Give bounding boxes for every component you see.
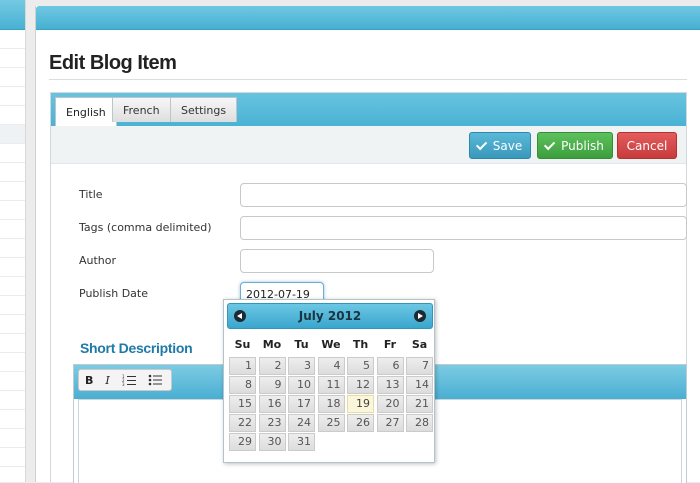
svg-text:3: 3 [122,382,125,386]
datepicker-popup: July 2012 Su Mo Tu We Th Fr Sa 1 2 3 4 5 6 7 8 9 10 11 12 1… [223,299,435,463]
calendar-day[interactable]: 7 [406,357,433,375]
calendar-day[interactable]: 26 [347,414,374,432]
sidebar-row[interactable] [0,258,25,277]
tab-settings[interactable]: Settings [170,97,238,122]
datepicker-header: July 2012 [227,303,433,329]
bold-button[interactable]: B [85,374,93,387]
left-sidebar [0,0,26,482]
sidebar-row[interactable] [0,201,25,220]
sidebar-row[interactable] [0,49,25,68]
italic-button[interactable]: I [105,374,109,387]
publish-date-label: Publish Date [79,287,148,300]
weekday-header: We [321,338,341,351]
publish-button[interactable]: Publish [537,132,613,159]
sidebar-row[interactable] [0,410,25,429]
sidebar-row-active[interactable] [0,125,25,144]
calendar-day[interactable]: 8 [229,376,256,394]
sidebar-row[interactable] [0,220,25,239]
sidebar-row[interactable] [0,239,25,258]
title-label: Title [79,188,103,201]
calendar-day[interactable]: 2 [258,357,286,375]
tab-french[interactable]: French [112,97,171,122]
datepicker-month-label: July 2012 [298,309,362,323]
tags-label: Tags (comma delimited) [79,221,212,234]
author-label: Author [79,254,117,267]
calendar-day[interactable]: 27 [376,414,404,432]
calendar-day[interactable]: 14 [406,376,433,394]
calendar-day[interactable]: 16 [258,395,286,413]
calendar-day[interactable]: 25 [317,414,345,432]
check-icon [544,138,556,150]
panel-header-bar [36,6,700,30]
sidebar-row[interactable] [0,353,25,372]
sidebar-row[interactable] [0,296,25,315]
calendar-day[interactable]: 28 [406,414,433,432]
sidebar-row[interactable] [0,334,25,353]
sidebar-row[interactable] [0,30,25,49]
publish-button-label: Publish [561,138,604,153]
calendar-day[interactable]: 30 [258,433,286,451]
sidebar-row[interactable] [0,429,25,448]
calendar-day[interactable]: 1 [229,357,256,375]
bullet-list-icon[interactable] [148,374,162,386]
editor-tool-group: B I 123 [78,369,172,391]
sidebar-row[interactable] [0,68,25,87]
calendar-day[interactable]: 18 [317,395,345,413]
calendar-day[interactable]: 20 [376,395,404,413]
sidebar-row[interactable] [0,163,25,182]
calendar-day[interactable]: 22 [229,414,256,432]
sidebar-row[interactable] [0,448,25,467]
check-icon [475,138,488,150]
calendar-day[interactable]: 21 [406,395,433,413]
weekday-header: Tu [294,338,309,351]
weekday-header: Fr [383,338,397,351]
calendar-day[interactable]: 10 [288,376,315,394]
calendar-day[interactable]: 29 [229,433,256,451]
save-button-label: Save [492,138,523,153]
weekday-header: Mo [262,338,282,351]
calendar-day[interactable]: 9 [258,376,286,394]
weekday-header: Th [352,338,369,351]
tab-bar: English French Settings [51,93,686,126]
sidebar-row[interactable] [0,372,25,391]
weekday-header: Sa [411,338,428,351]
tags-input[interactable] [240,216,687,240]
sidebar-row[interactable] [0,391,25,410]
action-toolbar: Save Publish Cancel [51,126,686,164]
page-title: Edit Blog Item [49,52,177,74]
calendar-day[interactable]: 5 [347,357,374,375]
sidebar-row[interactable] [0,182,25,201]
tab-english[interactable]: English [55,97,117,126]
calendar-day[interactable]: 19 [347,395,374,413]
calendar-day[interactable]: 31 [288,433,315,451]
calendar-day[interactable]: 17 [288,395,315,413]
calendar-day[interactable]: 3 [288,357,315,375]
sidebar-row[interactable] [0,315,25,334]
calendar-day[interactable]: 11 [317,376,345,394]
calendar-day[interactable]: 15 [229,395,256,413]
ordered-list-icon[interactable]: 123 [122,374,136,386]
calendar-day[interactable]: 24 [288,414,315,432]
title-input[interactable] [240,183,687,207]
sidebar-row[interactable] [0,144,25,163]
short-description-heading: Short Description [80,340,193,356]
sidebar-row[interactable] [0,106,25,125]
cancel-button[interactable]: Cancel [617,132,677,159]
next-month-icon[interactable] [414,310,426,322]
sidebar-row[interactable] [0,87,25,106]
sidebar-row[interactable] [0,277,25,296]
prev-month-icon[interactable] [234,310,246,322]
calendar-day[interactable]: 6 [376,357,404,375]
title-divider [49,79,687,80]
calendar-day[interactable]: 4 [317,357,345,375]
weekday-header: Su [234,338,251,351]
sidebar-header [0,0,25,30]
calendar-day[interactable]: 12 [347,376,374,394]
calendar-day[interactable]: 13 [376,376,404,394]
author-input[interactable] [240,249,434,273]
calendar-day[interactable]: 23 [258,414,286,432]
save-button[interactable]: Save [469,132,531,159]
